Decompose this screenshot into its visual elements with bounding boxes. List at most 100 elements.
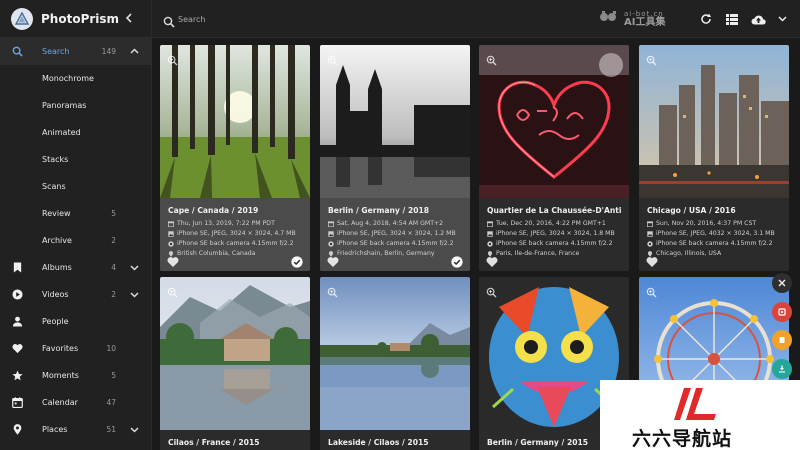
sidebar-item-panoramas[interactable]: Panoramas <box>0 92 151 119</box>
photo-date: Thu, Jun 13, 2019, 7:22 PM PDT <box>168 220 302 230</box>
photo-info: Cilaos / France / 2015 <box>160 430 310 450</box>
sidebar-item-monochrome[interactable]: Monochrome <box>0 65 151 92</box>
photo-file: iPhone SE, JPEG, 3024 × 3024, 1.2 MB <box>328 230 462 240</box>
sidebar-item-review[interactable]: Review 5 <box>0 200 151 227</box>
photo-date-text: Sun, Nov 20, 2016, 4:37 PM CST <box>656 220 757 227</box>
zoom-in-icon[interactable] <box>167 51 178 66</box>
sidebar-item-moments[interactable]: Moments 5 <box>0 362 151 389</box>
zoom-in-icon[interactable] <box>327 51 338 66</box>
sidebar-item-label: Places <box>42 425 68 434</box>
photo-place-text: British Columbia, Canada <box>177 250 256 257</box>
photo-thumbnail[interactable] <box>639 45 789 198</box>
map-pin-icon <box>12 424 23 435</box>
photo-thumbnail[interactable] <box>320 45 470 198</box>
chevron-down-icon[interactable] <box>130 425 139 434</box>
photo-date: Sat, Aug 4, 2018, 4:54 AM GMT+2 <box>328 220 462 230</box>
photo-title[interactable]: Berlin / Germany / 2018 <box>328 206 462 215</box>
photo-thumbnail[interactable] <box>479 45 629 198</box>
chevron-down-icon[interactable] <box>130 290 139 299</box>
app-name: PhotoPrism <box>41 11 120 26</box>
photo-title[interactable]: Quartier de La Chaussée-D'Antin / 2016 <box>487 206 621 215</box>
sidebar: PhotoPrism Search 149 Monochrome Panoramas A… <box>0 0 152 450</box>
chevron-left-icon[interactable] <box>121 12 137 26</box>
chevron-up-icon[interactable] <box>130 47 139 56</box>
badge-logo-icon <box>674 388 716 420</box>
photo-file-text: iPhone SE, JPEG, 3024 × 3024, 1.2 MB <box>337 230 456 237</box>
sidebar-item-favorites[interactable]: Favorites 10 <box>0 335 151 362</box>
sidebar-item-videos[interactable]: Videos 2 <box>0 281 151 308</box>
sidebar-item-stacks[interactable]: Stacks <box>0 146 151 173</box>
photo-place: Friedrichshain, Berlin, Germany <box>328 250 462 260</box>
photo-place-text: Friedrichshain, Berlin, Germany <box>337 250 435 257</box>
photo-title[interactable]: Chicago / USA / 2016 <box>647 206 781 215</box>
photo-place-text: Paris, Île-de-France, France <box>496 250 580 257</box>
photo-title[interactable]: Cape / Canada / 2019 <box>168 206 302 215</box>
chevron-down-icon[interactable] <box>774 11 790 27</box>
sidebar-item-label: Favorites <box>42 344 79 353</box>
zoom-in-icon[interactable] <box>646 283 657 298</box>
sidebar-item-albums[interactable]: Albums 4 <box>0 254 151 281</box>
sidebar-item-label: Monochrome <box>42 74 94 83</box>
zoom-in-icon[interactable] <box>486 51 497 66</box>
photo-thumbnail[interactable] <box>160 45 310 198</box>
refresh-icon[interactable] <box>698 11 714 27</box>
sidebar-item-search[interactable]: Search 149 <box>0 38 151 65</box>
sidebar-item-label: Stacks <box>42 155 69 164</box>
chevron-down-icon[interactable] <box>130 263 139 272</box>
upload-cloud-icon[interactable] <box>750 11 766 27</box>
sidebar-item-scans[interactable]: Scans <box>0 173 151 200</box>
close-icon[interactable] <box>772 273 792 293</box>
sidebar-item-people[interactable]: People <box>0 308 151 335</box>
sidebar-item-label: Archive <box>42 236 72 245</box>
sidebar-item-archive[interactable]: Archive 2 <box>0 227 151 254</box>
calendar-icon <box>12 397 23 409</box>
zoom-in-icon[interactable] <box>646 51 657 66</box>
photo-card[interactable]: Lakeside / Cilaos / 2015 <box>320 277 470 450</box>
sidebar-nav: Search 149 Monochrome Panoramas Animated Stac… <box>0 38 151 443</box>
sidebar-item-count: 149 <box>101 47 116 56</box>
photo-file: iPhone SE, JPEG, 3024 × 3024, 1.8 MB <box>487 230 621 240</box>
photo-place: Chicago, Illinois, USA <box>647 250 781 260</box>
archive-icon[interactable] <box>772 330 792 350</box>
sidebar-item-label: Panoramas <box>42 101 87 110</box>
zoom-in-icon[interactable] <box>486 283 497 298</box>
photo-place-text: Chicago, Illinois, USA <box>656 250 722 257</box>
badge-text: 六六导航站 <box>632 428 733 450</box>
photo-title[interactable]: Cilaos / France / 2015 <box>168 438 302 447</box>
delete-icon[interactable] <box>772 302 792 322</box>
photo-card[interactable]: Berlin / Germany / 2018 Sat, Aug 4, 2018,… <box>320 45 470 271</box>
photo-place: British Columbia, Canada <box>168 250 302 260</box>
sidebar-item-count: 5 <box>111 371 116 380</box>
photo-place: Paris, Île-de-France, France <box>487 250 621 260</box>
search-icon <box>12 46 23 57</box>
sidebar-item-label: Calendar <box>42 398 78 407</box>
photo-thumbnail[interactable] <box>160 277 310 430</box>
photo-card[interactable]: Chicago / USA / 2016 Sun, Nov 20, 2016, 4… <box>639 45 789 271</box>
zoom-in-icon[interactable] <box>167 283 178 298</box>
photoprism-logo-icon[interactable] <box>11 7 33 30</box>
photo-card[interactable]: Cape / Canada / 2019 Thu, Jun 13, 2019, 7… <box>160 45 310 271</box>
photo-card[interactable]: Quartier de La Chaussée-D'Antin / 2016 Tu… <box>479 45 629 271</box>
sidebar-item-label: People <box>42 317 69 326</box>
photo-card[interactable]: Cilaos / France / 2015 <box>160 277 310 450</box>
sidebar-item-calendar[interactable]: Calendar 47 <box>0 389 151 416</box>
photo-title[interactable]: Lakeside / Cilaos / 2015 <box>328 438 462 447</box>
search-input[interactable] <box>178 11 378 27</box>
sidebar-item-places[interactable]: Places 51 <box>0 416 151 443</box>
sidebar-item-label: Animated <box>42 128 81 137</box>
photo-date: Tue, Dec 20, 2016, 4:22 PM GMT+1 <box>487 220 621 230</box>
photo-camera: iPhone SE back camera 4.15mm f/2.2 <box>647 240 781 250</box>
photo-camera-text: iPhone SE back camera 4.15mm f/2.2 <box>496 240 613 247</box>
photo-camera: iPhone SE back camera 4.15mm f/2.2 <box>168 240 302 250</box>
sidebar-item-animated[interactable]: Animated <box>0 119 151 146</box>
bookmark-icon <box>12 262 23 273</box>
list-view-icon[interactable] <box>724 11 740 27</box>
sidebar-item-count: 4 <box>111 263 116 272</box>
corner-badge: 六六导航站 <box>600 380 800 450</box>
zoom-in-icon[interactable] <box>327 283 338 298</box>
photo-thumbnail[interactable] <box>320 277 470 430</box>
photo-file-text: iPhone SE, JPEG, 4032 × 3024, 3.1 MB <box>656 230 775 237</box>
download-icon[interactable] <box>772 359 792 379</box>
photo-date-text: Thu, Jun 13, 2019, 7:22 PM PDT <box>177 220 275 227</box>
sidebar-item-count: 5 <box>111 209 116 218</box>
